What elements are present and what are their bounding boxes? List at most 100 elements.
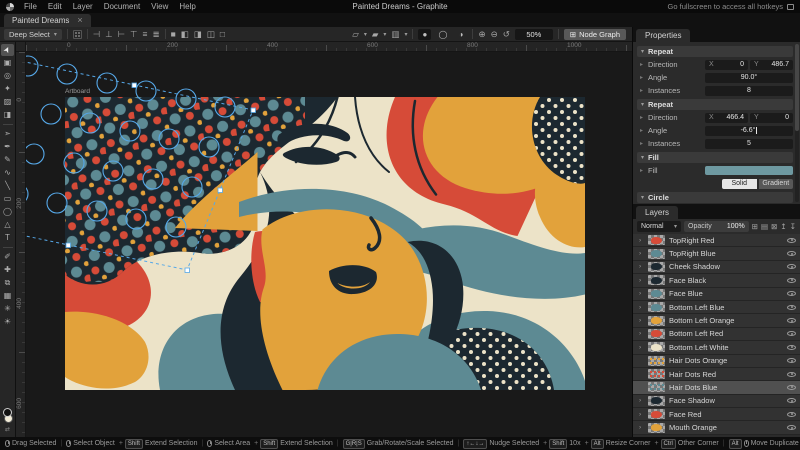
visibility-eye-icon[interactable] [787,318,796,323]
menu-help[interactable]: Help [179,2,195,11]
view-mode-outline-button[interactable]: ◯ [436,29,449,40]
visibility-eye-icon[interactable] [787,425,796,430]
visibility-eye-icon[interactable] [787,238,796,243]
repeat2-direction-x-input[interactable]: X466.4 [705,113,748,123]
snapping-icon[interactable]: ▥ [391,30,399,39]
chevron-right-icon[interactable]: ▸ [640,114,645,121]
visibility-eye-icon[interactable] [787,251,796,256]
flip-horizontal-icon[interactable]: ▱ [352,30,359,39]
zoom-reset-icon[interactable]: ↺ [503,30,510,39]
layer-row-topright-red[interactable]: ›TopRight Red [633,234,800,247]
align-bottom-icon[interactable]: ⊥ [105,30,112,39]
freehand-tool[interactable]: ✎ [1,154,14,166]
visibility-eye-icon[interactable] [787,358,796,363]
repeat1-angle-input[interactable]: 90.0° [705,73,793,83]
menu-layer[interactable]: Layer [73,2,93,11]
layer-row-bottom-left-blue[interactable]: ›Bottom Left Blue [633,301,800,314]
navigate-tool[interactable]: ◎ [1,70,14,82]
align-top-icon[interactable]: ⊤ [130,30,137,39]
chevron-right-icon[interactable]: ▸ [640,127,645,134]
visibility-eye-icon[interactable] [787,398,796,403]
path-tool[interactable]: ➣ [1,128,14,140]
layer-row-bottom-left-red[interactable]: ›Bottom Left Red [633,328,800,341]
repeat1-instances-input[interactable]: 8 [705,86,793,96]
expand-chevron-icon[interactable]: › [639,304,644,311]
repeat1-direction-x-input[interactable]: X0 [705,60,748,70]
tab-layers[interactable]: Layers [636,206,678,219]
detail-tool[interactable]: ✳ [1,303,14,315]
blend-mode-dropdown[interactable]: Normal ▾ [637,221,681,232]
brush-tool[interactable]: ✐ [1,251,14,263]
repeat2-direction-y-input[interactable]: Y0 [750,113,793,123]
line-tool[interactable]: ╲ [1,180,14,192]
heal-tool[interactable]: ✚ [1,264,14,276]
section-repeat-1[interactable]: ▾ Repeat [637,46,793,57]
boolean-subtract-back-icon[interactable]: ◨ [194,30,202,39]
solid-button[interactable]: Solid [722,179,757,189]
zoom-out-icon[interactable]: ⊖ [491,30,498,39]
menu-document[interactable]: Document [104,2,140,11]
zoom-in-icon[interactable]: ⊕ [478,30,485,39]
tab-properties[interactable]: Properties [636,29,690,42]
chevron-right-icon[interactable]: ▸ [640,61,645,68]
spline-tool[interactable]: ∿ [1,167,14,179]
section-repeat-2[interactable]: ▾ Repeat [637,99,793,110]
layer-row-cheek-shadow[interactable]: ›Cheek Shadow [633,261,800,274]
visibility-eye-icon[interactable] [787,278,796,283]
visibility-eye-icon[interactable] [787,264,796,269]
scrollbar[interactable] [795,44,799,202]
expand-chevron-icon[interactable]: › [639,263,644,270]
select-tool[interactable]: ➤ [1,44,14,56]
view-mode-pixels-button[interactable]: ◑ [454,29,467,40]
repeat2-angle-input[interactable]: -6.6° [705,126,793,136]
layer-row-bottom-left-white[interactable]: ›Bottom Left White [633,341,800,354]
node-graph-button[interactable]: ⊞ Node Graph [564,29,626,40]
chevron-down-icon[interactable]: ▾ [404,31,407,38]
expand-chevron-icon[interactable]: › [639,344,644,351]
artboard-tool[interactable]: ▣ [1,57,14,69]
menu-edit[interactable]: Edit [48,2,62,11]
align-right-icon[interactable]: ⊢ [118,30,125,39]
repeat2-instances-input[interactable]: 5 [705,139,793,149]
new-layer-icon[interactable]: ⊞ [752,223,758,231]
align-left-icon[interactable]: ⊣ [93,30,100,39]
chevron-right-icon[interactable]: ▸ [640,87,645,94]
gradient-button[interactable]: Gradient [759,179,794,189]
polygon-tool[interactable]: △ [1,219,14,231]
layer-row-face-black[interactable]: ›Face Black [633,274,800,287]
visibility-eye-icon[interactable] [787,291,796,296]
chevron-right-icon[interactable]: ▸ [640,140,645,147]
layer-row-face-red[interactable]: ›Face Red [633,408,800,421]
chevron-down-icon[interactable]: ▾ [364,31,367,38]
repeat1-direction-y-input[interactable]: Y486.7 [750,60,793,70]
artboard-label[interactable]: Artboard [65,88,90,95]
view-mode-normal-button[interactable]: ● [418,29,431,40]
boolean-subtract-front-icon[interactable]: ◧ [181,30,189,39]
move-up-icon[interactable]: ↥ [780,223,786,231]
relight-tool[interactable]: ☀ [1,316,14,328]
layer-row-mouth-orange[interactable]: ›Mouth Orange [633,421,800,434]
ellipse-tool[interactable]: ◯ [1,206,14,218]
expand-chevron-icon[interactable]: › [639,330,644,337]
tab-painted-dreams[interactable]: Painted Dreams × [4,14,91,27]
boolean-difference-icon[interactable]: □ [220,30,225,39]
new-folder-icon[interactable]: ▤ [761,223,768,231]
opacity-slider[interactable]: Opacity 100% [684,221,749,232]
primary-color-swatch[interactable] [3,408,12,417]
expand-chevron-icon[interactable]: › [639,424,644,431]
tab-close-icon[interactable]: × [77,16,82,25]
menu-view[interactable]: View [151,2,168,11]
text-tool[interactable]: T [1,232,14,244]
swap-colors-icon[interactable]: ⇄ [5,426,10,433]
working-colors[interactable] [2,408,14,424]
clone-tool[interactable]: ⧉ [1,277,14,289]
eyedropper-tool[interactable]: ✦ [1,83,14,95]
fill-tool[interactable]: ▨ [1,96,14,108]
artboard[interactable] [65,97,585,390]
flip-vertical-icon[interactable]: ▰ [372,30,379,39]
visibility-eye-icon[interactable] [787,305,796,310]
chevron-right-icon[interactable]: ▸ [640,167,645,174]
visibility-eye-icon[interactable] [787,385,796,390]
boolean-intersect-icon[interactable]: ◫ [207,30,215,39]
select-mode-dropdown[interactable]: Deep Select ▾ [4,29,62,40]
